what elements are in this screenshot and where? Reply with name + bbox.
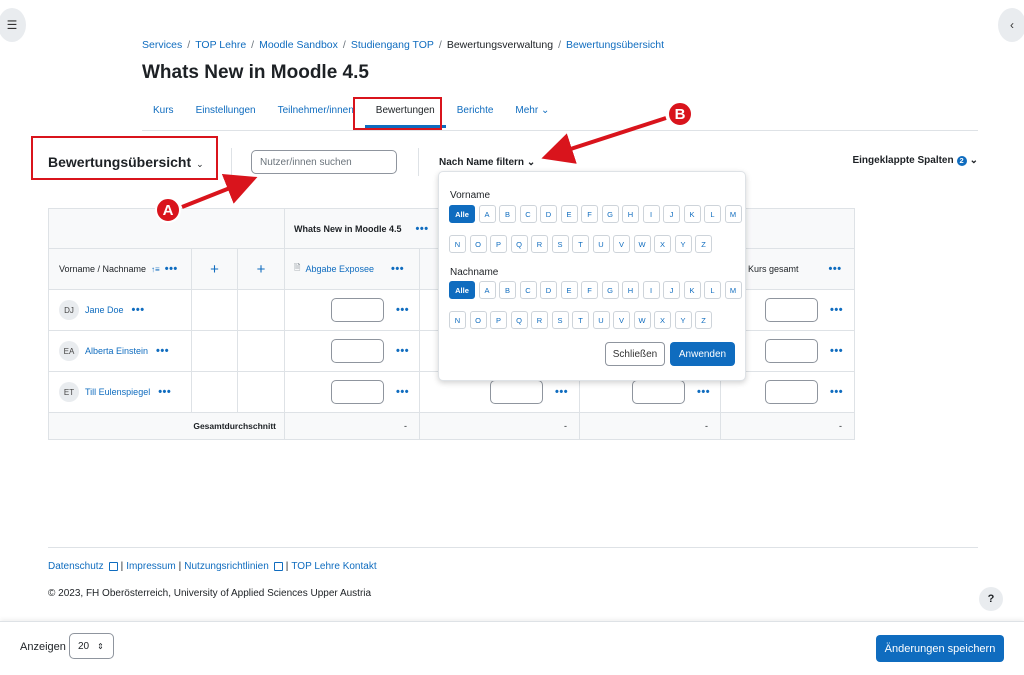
- external-link-icon: [108, 562, 118, 571]
- arrow-a: [181, 173, 258, 209]
- help-button[interactable]: ?: [979, 587, 1003, 611]
- per-page-select[interactable]: 20 ⇕: [69, 633, 114, 659]
- terms-link[interactable]: Nutzungsrichtlinien: [184, 561, 269, 572]
- marker-b: B: [667, 101, 693, 127]
- show-label: Anzeigen: [20, 641, 66, 653]
- footer-links: Datenschutz | Impressum | Nutzungsrichtli…: [48, 561, 377, 572]
- copyright: © 2023, FH Oberösterreich, University of…: [48, 588, 372, 599]
- annotation-arrows: [181, 116, 667, 209]
- per-page-value: 20: [78, 640, 90, 652]
- imprint-link[interactable]: Impressum: [126, 561, 175, 572]
- privacy-link[interactable]: Datenschutz: [48, 561, 104, 572]
- contact-link[interactable]: TOP Lehre Kontakt: [291, 561, 376, 572]
- footer-divider: [48, 547, 978, 548]
- arrow-b: [541, 116, 667, 164]
- marker-a: A: [155, 197, 181, 223]
- select-arrows-icon: ⇕: [97, 641, 104, 651]
- question-icon: ?: [987, 593, 995, 605]
- external-link-icon: [273, 562, 283, 571]
- bottom-bar: Anzeigen 20 ⇕ Änderungen speichern: [0, 621, 1024, 675]
- save-changes-button[interactable]: Änderungen speichern: [876, 635, 1004, 662]
